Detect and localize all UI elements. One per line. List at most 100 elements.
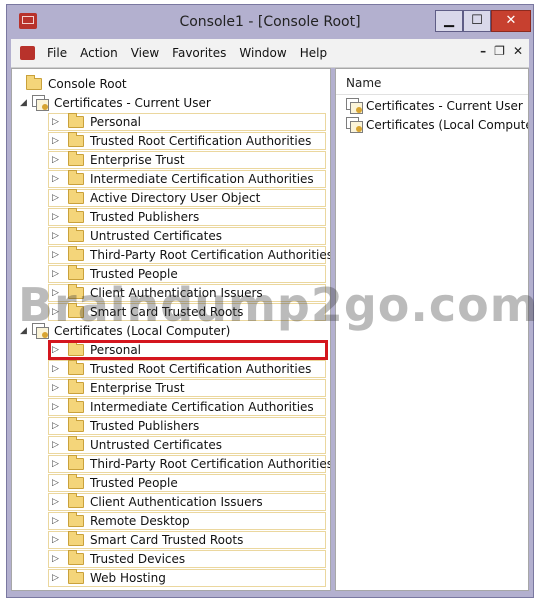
expand-arrow-icon[interactable]: ▷ bbox=[52, 417, 62, 435]
folder-icon bbox=[68, 151, 84, 166]
folder-icon bbox=[68, 189, 84, 204]
folder-icon bbox=[68, 170, 84, 185]
tree-node-label: Client Authentication Issuers bbox=[90, 495, 263, 509]
expand-arrow-icon[interactable]: ▷ bbox=[52, 379, 62, 397]
folder-icon bbox=[68, 531, 84, 546]
tree-node-label: Trusted Publishers bbox=[90, 419, 200, 433]
selection-highlight-box bbox=[48, 340, 328, 360]
expand-arrow-icon[interactable]: ▷ bbox=[52, 303, 62, 321]
folder-icon bbox=[68, 265, 84, 280]
expand-arrow-icon[interactable]: ▷ bbox=[52, 569, 62, 587]
tree-node-label: Trusted People bbox=[90, 476, 178, 490]
folder-icon bbox=[26, 75, 42, 90]
expand-arrow-icon[interactable]: ▷ bbox=[52, 265, 62, 283]
mdi-controls: – ❐ ✕ bbox=[480, 44, 523, 58]
tree-node-label: Third-Party Root Certification Authoriti… bbox=[90, 457, 331, 471]
tree-node-label: Trusted Root Certification Authorities bbox=[90, 362, 312, 376]
collapse-arrow-icon[interactable]: ◢ bbox=[20, 322, 30, 340]
expand-arrow-icon[interactable]: ▷ bbox=[52, 208, 62, 226]
expand-arrow-icon[interactable]: ▷ bbox=[52, 398, 62, 416]
folder-icon bbox=[68, 208, 84, 223]
console-tree-pane[interactable]: Console Root ◢ Certificates - Current User… bbox=[11, 68, 331, 591]
expand-arrow-icon[interactable]: ▷ bbox=[52, 531, 62, 549]
menu-view[interactable]: View bbox=[131, 46, 159, 60]
expand-arrow-icon[interactable]: ▷ bbox=[52, 151, 62, 169]
close-button[interactable]: ✕ bbox=[491, 10, 531, 32]
certificates-snapin-icon bbox=[32, 323, 49, 339]
folder-icon bbox=[68, 455, 84, 470]
column-divider bbox=[336, 94, 528, 95]
folder-icon bbox=[68, 360, 84, 375]
mdi-close-button[interactable]: ✕ bbox=[513, 44, 523, 58]
expand-arrow-icon[interactable]: ▷ bbox=[52, 455, 62, 473]
results-pane[interactable]: Name Certificates - Current User Certific… bbox=[335, 68, 529, 591]
tree-node-label: Certificates (Local Computer) bbox=[54, 324, 231, 338]
folder-icon bbox=[68, 569, 84, 584]
tree-node-label: Smart Card Trusted Roots bbox=[90, 305, 244, 319]
mdi-restore-button[interactable]: ❐ bbox=[494, 44, 505, 58]
collapse-arrow-icon[interactable]: ◢ bbox=[20, 94, 30, 112]
tree-node-label: Enterprise Trust bbox=[90, 153, 185, 167]
expand-arrow-icon[interactable]: ▷ bbox=[52, 246, 62, 264]
certificates-snapin-icon bbox=[346, 117, 363, 133]
tree-node-label: Trusted Devices bbox=[90, 552, 186, 566]
menu-window[interactable]: Window bbox=[239, 46, 286, 60]
expand-arrow-icon[interactable]: ▷ bbox=[52, 170, 62, 188]
expand-arrow-icon[interactable]: ▷ bbox=[52, 436, 62, 454]
minimize-button[interactable]: ▁ bbox=[435, 10, 463, 32]
folder-icon bbox=[68, 493, 84, 508]
expand-arrow-icon[interactable]: ▷ bbox=[52, 493, 62, 511]
menu-help[interactable]: Help bbox=[300, 46, 327, 60]
title-bar[interactable]: Console1 - [Console Root] ▁ ☐ ✕ bbox=[7, 5, 533, 39]
menu-bar: File Action View Favorites Window Help – ❐ ✕ bbox=[11, 39, 529, 68]
name-column-header[interactable]: Name bbox=[346, 76, 381, 90]
folder-icon bbox=[68, 512, 84, 527]
folder-icon bbox=[68, 398, 84, 413]
folder-icon bbox=[68, 550, 84, 565]
folder-icon bbox=[68, 474, 84, 489]
folder-icon bbox=[68, 227, 84, 242]
expand-arrow-icon[interactable]: ▷ bbox=[52, 512, 62, 530]
expand-arrow-icon[interactable]: ▷ bbox=[52, 227, 62, 245]
console-menu-icon[interactable] bbox=[20, 46, 35, 60]
tree-node-label: Trusted Root Certification Authorities bbox=[90, 134, 312, 148]
expand-arrow-icon[interactable]: ▷ bbox=[52, 360, 62, 378]
tree-node-label: Third-Party Root Certification Authoriti… bbox=[90, 248, 331, 262]
menu-items: File Action View Favorites Window Help bbox=[47, 46, 340, 60]
tree-node-label: Trusted People bbox=[90, 267, 178, 281]
tree-node-label: Untrusted Certificates bbox=[90, 229, 222, 243]
expand-arrow-icon[interactable]: ▷ bbox=[52, 550, 62, 568]
expand-arrow-icon[interactable]: ▷ bbox=[52, 132, 62, 150]
certificates-snapin-icon bbox=[346, 98, 363, 114]
tree-node-label: Certificates - Current User bbox=[54, 96, 211, 110]
tree-node-label: Untrusted Certificates bbox=[90, 438, 222, 452]
maximize-button[interactable]: ☐ bbox=[463, 10, 491, 32]
tree-node-label: Trusted Publishers bbox=[90, 210, 200, 224]
folder-icon bbox=[68, 246, 84, 261]
tree-node-label: Console Root bbox=[48, 77, 127, 91]
tree-node-label: Enterprise Trust bbox=[90, 381, 185, 395]
tree-node-label: Intermediate Certification Authorities bbox=[90, 172, 314, 186]
folder-icon bbox=[68, 379, 84, 394]
tree-node-label: Remote Desktop bbox=[90, 514, 190, 528]
tree-node-label: Web Hosting bbox=[90, 571, 166, 585]
folder-icon bbox=[68, 436, 84, 451]
menu-favorites[interactable]: Favorites bbox=[172, 46, 226, 60]
mdi-minimize-button[interactable]: – bbox=[480, 44, 486, 58]
folder-icon bbox=[68, 284, 84, 299]
folder-icon bbox=[68, 417, 84, 432]
expand-arrow-icon[interactable]: ▷ bbox=[52, 284, 62, 302]
folder-icon bbox=[68, 132, 84, 147]
tree-node-label: Intermediate Certification Authorities bbox=[90, 400, 314, 414]
menu-action[interactable]: Action bbox=[80, 46, 118, 60]
expand-arrow-icon[interactable]: ▷ bbox=[52, 189, 62, 207]
result-item-label: Certificates (Local Computer) bbox=[366, 118, 529, 132]
menu-file[interactable]: File bbox=[47, 46, 67, 60]
tree-node-label: Smart Card Trusted Roots bbox=[90, 533, 244, 547]
expand-arrow-icon[interactable]: ▷ bbox=[52, 474, 62, 492]
expand-arrow-icon[interactable]: ▷ bbox=[52, 113, 62, 131]
result-item-label: Certificates - Current User bbox=[366, 99, 523, 113]
tree-node-label: Active Directory User Object bbox=[90, 191, 261, 205]
certificates-snapin-icon bbox=[32, 95, 49, 111]
mmc-window: Console1 - [Console Root] ▁ ☐ ✕ File Acti… bbox=[6, 4, 534, 598]
